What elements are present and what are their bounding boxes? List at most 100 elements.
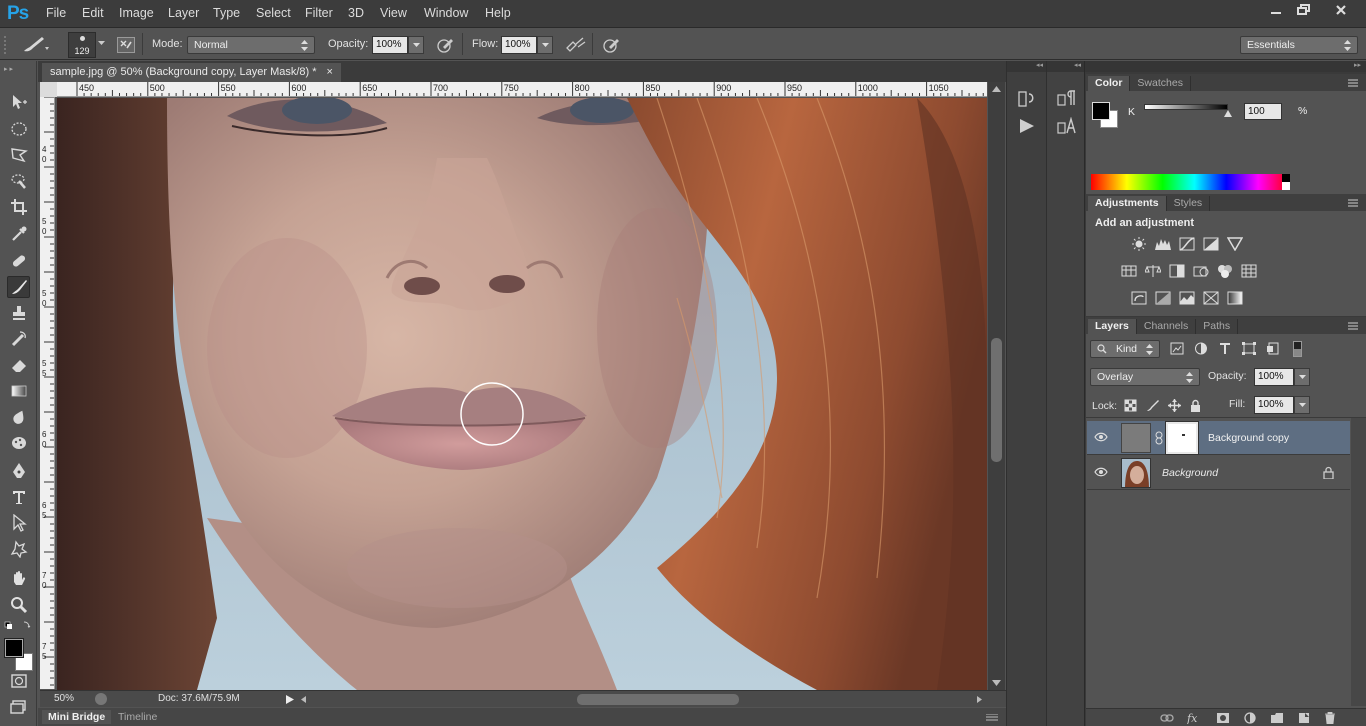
tab-paths[interactable]: Paths xyxy=(1196,319,1239,334)
document-canvas[interactable] xyxy=(57,98,987,690)
link-layers-icon[interactable] xyxy=(1160,712,1174,724)
color-lookup-icon[interactable] xyxy=(1240,263,1258,278)
eye-icon[interactable] xyxy=(1094,467,1108,477)
flow-input[interactable]: 100% xyxy=(501,36,537,54)
airbrush-button[interactable] xyxy=(565,36,587,54)
brush-tool-preset[interactable] xyxy=(20,35,50,55)
dodge-tool[interactable] xyxy=(7,432,30,454)
default-colors-icon[interactable] xyxy=(4,620,32,632)
chevron-down-icon[interactable] xyxy=(98,41,105,46)
menu-window[interactable]: Window xyxy=(424,6,468,20)
tab-channels[interactable]: Channels xyxy=(1137,319,1197,334)
menu-view[interactable]: View xyxy=(380,6,407,20)
play-actions-icon[interactable] xyxy=(1019,119,1035,133)
shape-filter-icon[interactable] xyxy=(1242,342,1256,355)
path-selection-tool[interactable] xyxy=(7,512,30,534)
move-tool[interactable] xyxy=(7,91,30,113)
layer-row-background[interactable]: Background xyxy=(1087,456,1350,490)
custom-shape-tool[interactable] xyxy=(7,538,30,560)
menu-file[interactable]: File xyxy=(46,6,66,20)
link-icon[interactable] xyxy=(1155,431,1163,445)
panel-menu-icon[interactable] xyxy=(1348,199,1358,207)
pressure-size-button[interactable] xyxy=(601,36,621,54)
brush-panel-toggle[interactable] xyxy=(117,37,135,53)
threshold-icon[interactable] xyxy=(1178,290,1196,305)
close-tab-icon[interactable]: × xyxy=(327,66,333,79)
vertical-scrollbar[interactable] xyxy=(988,82,1005,690)
eye-icon[interactable] xyxy=(1094,432,1108,442)
brush-size-picker[interactable]: 129 xyxy=(68,32,96,58)
smart-object-filter-icon[interactable] xyxy=(1266,342,1280,355)
tools-collapse-grip[interactable]: ▸▸ xyxy=(4,65,34,73)
type-tool[interactable] xyxy=(7,486,30,508)
options-bar-grip[interactable] xyxy=(4,36,8,54)
levels-icon[interactable] xyxy=(1154,236,1172,251)
eyedropper-tool[interactable] xyxy=(7,223,30,245)
tab-swatches[interactable]: Swatches xyxy=(1130,76,1191,91)
type-filter-icon[interactable] xyxy=(1218,342,1232,355)
lock-transparent-icon[interactable] xyxy=(1124,399,1137,412)
marquee-tool[interactable] xyxy=(7,118,30,140)
status-icon[interactable] xyxy=(95,693,107,705)
ruler-origin[interactable] xyxy=(40,82,57,97)
document-tab[interactable]: sample.jpg @ 50% (Background copy, Layer… xyxy=(42,63,341,82)
slider-thumb-icon[interactable] xyxy=(1224,110,1232,117)
pressure-opacity-button[interactable] xyxy=(435,36,455,54)
panel-menu-icon[interactable] xyxy=(1348,322,1358,330)
panel-menu-icon[interactable] xyxy=(986,714,998,722)
vertical-ruler[interactable]: 4050505560657075 xyxy=(40,97,55,689)
tab-layers[interactable]: Layers xyxy=(1088,319,1137,334)
minimize-button[interactable] xyxy=(1262,2,1290,18)
status-menu-icon[interactable] xyxy=(286,695,294,704)
blur-tool[interactable] xyxy=(7,406,30,428)
layer-list-scrollbar[interactable] xyxy=(1351,418,1366,706)
vertical-scroll-thumb[interactable] xyxy=(991,338,1002,462)
k-slider-track[interactable] xyxy=(1144,104,1228,110)
menu-type[interactable]: Type xyxy=(213,6,240,20)
invert-icon[interactable] xyxy=(1130,290,1148,305)
brightness-contrast-icon[interactable] xyxy=(1130,236,1148,251)
hue-saturation-icon[interactable] xyxy=(1120,263,1138,278)
selective-color-icon[interactable] xyxy=(1202,290,1220,305)
new-layer-icon[interactable] xyxy=(1297,712,1311,724)
adjustment-filter-icon[interactable] xyxy=(1194,342,1208,355)
color-balance-icon[interactable] xyxy=(1144,263,1162,278)
screen-mode-button[interactable] xyxy=(7,696,30,718)
menu-edit[interactable]: Edit xyxy=(82,6,104,20)
dock-collapse-button[interactable]: ▸▸ xyxy=(1085,61,1366,72)
zoom-level[interactable]: 50% xyxy=(54,693,74,704)
add-mask-icon[interactable] xyxy=(1216,712,1230,724)
layer-name[interactable]: Background xyxy=(1162,467,1218,479)
flow-slider-button[interactable] xyxy=(537,36,553,54)
history-brush-tool[interactable] xyxy=(7,328,30,350)
menu-3d[interactable]: 3D xyxy=(348,6,364,20)
horizontal-ruler[interactable]: 450 500 550 600 650 700 750 800 850 900 950 1000 105… xyxy=(57,82,987,97)
paragraph-icon[interactable] xyxy=(1057,89,1077,107)
pixel-filter-icon[interactable] xyxy=(1170,342,1184,355)
eraser-tool[interactable] xyxy=(7,354,30,376)
lock-all-icon[interactable] xyxy=(1190,399,1201,412)
workspace-select[interactable]: Essentials xyxy=(1240,36,1358,54)
new-adjustment-icon[interactable] xyxy=(1243,712,1257,724)
posterize-icon[interactable] xyxy=(1154,290,1172,305)
menu-image[interactable]: Image xyxy=(119,6,154,20)
menu-select[interactable]: Select xyxy=(256,6,291,20)
layer-opacity-input[interactable]: 100% xyxy=(1254,368,1294,386)
color-spectrum-bar[interactable] xyxy=(1091,174,1290,190)
panel-menu-icon[interactable] xyxy=(1348,79,1358,87)
menu-filter[interactable]: Filter xyxy=(305,6,333,20)
horizontal-scroll-thumb[interactable] xyxy=(577,694,739,705)
vibrance-icon[interactable] xyxy=(1226,236,1244,251)
layer-row-background-copy[interactable]: Background copy xyxy=(1087,421,1350,455)
trash-icon[interactable] xyxy=(1324,712,1336,724)
lock-position-icon[interactable] xyxy=(1168,399,1181,412)
dock-collapse-button[interactable]: ◂◂ xyxy=(1007,61,1047,72)
restore-button[interactable] xyxy=(1290,2,1318,18)
tab-timeline[interactable]: Timeline xyxy=(118,711,157,723)
new-group-icon[interactable] xyxy=(1270,712,1284,724)
photo-filter-icon[interactable] xyxy=(1192,263,1210,278)
fill-slider-button[interactable] xyxy=(1294,396,1310,414)
blend-mode-select[interactable]: Overlay xyxy=(1090,368,1200,386)
layer-name[interactable]: Background copy xyxy=(1208,432,1289,444)
quick-selection-tool[interactable] xyxy=(7,170,30,192)
